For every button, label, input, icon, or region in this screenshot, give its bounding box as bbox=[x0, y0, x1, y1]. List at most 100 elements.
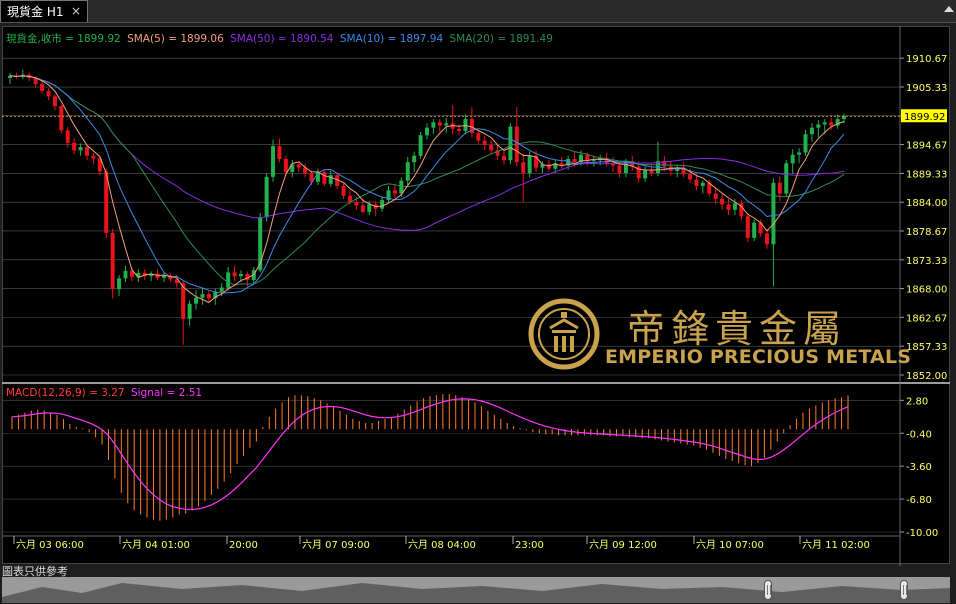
navigator-preview bbox=[2, 583, 950, 603]
candle-body bbox=[277, 146, 282, 159]
candle-body bbox=[784, 163, 789, 194]
candle-body bbox=[72, 142, 77, 151]
time-tick-label: 六月 08 04:00 bbox=[408, 539, 476, 551]
candle-body bbox=[527, 155, 532, 174]
candle-body bbox=[40, 83, 45, 91]
time-tick-label: 六月 11 02:00 bbox=[802, 539, 870, 551]
candle-body bbox=[187, 303, 192, 319]
time-tick-label: 六月 09 12:00 bbox=[589, 539, 657, 551]
candle-body bbox=[777, 182, 782, 194]
candle-body bbox=[46, 90, 51, 97]
candle-body bbox=[367, 204, 372, 212]
price-tick-label: 1873.33 bbox=[906, 256, 947, 267]
candle-body bbox=[360, 205, 365, 212]
candle-body bbox=[59, 106, 64, 131]
candle-body bbox=[816, 124, 821, 128]
candle-body bbox=[219, 287, 224, 292]
legend-sma5: SMA(5) = 1899.06 bbox=[127, 33, 224, 45]
price-tick-label: 1884.00 bbox=[906, 198, 947, 209]
logo-chinese-name: 帝鋒貴金屬 bbox=[627, 307, 848, 351]
macd-tick-label: 2.80 bbox=[906, 396, 928, 407]
candle-body bbox=[790, 154, 795, 164]
candle-body bbox=[232, 272, 237, 277]
macd-tick-label: -0.40 bbox=[906, 429, 932, 440]
candle-body bbox=[399, 180, 404, 194]
candle-body bbox=[405, 162, 410, 181]
candle-body bbox=[322, 171, 327, 184]
chevron-up-icon[interactable] bbox=[944, 6, 954, 12]
time-tick-label: 六月 10 07:00 bbox=[696, 539, 764, 551]
navigator-left-handle[interactable] bbox=[764, 580, 772, 600]
candle-body bbox=[521, 162, 526, 174]
candle-body bbox=[591, 160, 596, 162]
time-tick-label: 六月 03 06:00 bbox=[16, 539, 84, 551]
price-tick-label: 1862.67 bbox=[906, 313, 947, 324]
candle-body bbox=[700, 182, 705, 186]
candle-body bbox=[822, 122, 827, 125]
sma10-line bbox=[9, 75, 845, 294]
candle-body bbox=[206, 294, 211, 299]
price-tick-label: 1910.67 bbox=[906, 54, 947, 65]
candle-body bbox=[765, 233, 770, 245]
candle-body bbox=[457, 128, 462, 131]
candle-body bbox=[431, 122, 436, 128]
candle-body bbox=[437, 122, 442, 126]
candle-body bbox=[809, 127, 814, 135]
candle-body bbox=[123, 270, 128, 279]
candle-body bbox=[84, 147, 89, 156]
time-tick-label: 23:00 bbox=[515, 540, 544, 551]
candle-body bbox=[392, 190, 397, 194]
candle-body bbox=[78, 147, 83, 151]
candle-body bbox=[341, 186, 346, 196]
candle-body bbox=[91, 155, 96, 159]
candle-body bbox=[296, 164, 301, 168]
candle-body bbox=[65, 130, 70, 143]
time-tick-label: 六月 04 01:00 bbox=[122, 539, 190, 551]
candle-body bbox=[463, 119, 468, 131]
candle-body bbox=[283, 159, 288, 172]
time-tick-label: 20:00 bbox=[229, 540, 258, 551]
price-tick-label: 1905.33 bbox=[906, 83, 947, 94]
candle-body bbox=[412, 155, 417, 163]
legend-sma50: SMA(50) = 1890.54 bbox=[230, 33, 334, 45]
candle-body bbox=[643, 169, 648, 179]
candle-body bbox=[418, 135, 423, 156]
legend-symbol: 現貨金,收市 = 1899.92 bbox=[6, 33, 121, 45]
candle-body bbox=[226, 272, 231, 288]
tab-spot-gold-h1[interactable]: 現貨金 H1 × bbox=[0, 0, 88, 22]
candle-body bbox=[617, 165, 622, 174]
candle-body bbox=[444, 123, 449, 126]
chart-navigator[interactable] bbox=[2, 577, 950, 603]
candle-body bbox=[572, 159, 577, 163]
price-legend: 現貨金,收市 = 1899.92 SMA(5) = 1899.06 SMA(50… bbox=[6, 31, 556, 46]
candle-body bbox=[713, 193, 718, 199]
candle-body bbox=[476, 133, 481, 141]
candle-body bbox=[501, 155, 506, 161]
price-tick-label: 1852.00 bbox=[906, 371, 947, 382]
candle-body bbox=[117, 278, 122, 290]
candle-body bbox=[264, 176, 269, 218]
price-tick-label: 1889.33 bbox=[906, 169, 947, 180]
emperio-logo-icon bbox=[528, 298, 600, 370]
macd-legend: MACD(12,26,9) = 3.27 Signal = 2.51 bbox=[6, 387, 205, 399]
price-tick-label: 1878.67 bbox=[906, 227, 947, 238]
candle-body bbox=[688, 174, 693, 180]
candle-body bbox=[745, 216, 750, 238]
logo-english-name: EMPERIO PRECIOUS METALS bbox=[605, 346, 912, 368]
price-tick-label: 1894.67 bbox=[906, 141, 947, 152]
candle-body bbox=[110, 232, 115, 290]
macd-tick-label: -10.00 bbox=[906, 528, 938, 539]
candle-body bbox=[829, 122, 834, 126]
current-price-label: 1899.92 bbox=[904, 112, 945, 123]
candle-body bbox=[726, 204, 731, 210]
tab-label: 現貨金 H1 bbox=[7, 5, 64, 19]
candle-body bbox=[694, 179, 699, 186]
close-icon[interactable]: × bbox=[67, 1, 85, 23]
legend-sma10: SMA(10) = 1897.94 bbox=[339, 33, 444, 45]
candle-body bbox=[425, 127, 429, 136]
macd-tick-label: -3.60 bbox=[906, 462, 932, 473]
candle-body bbox=[354, 202, 359, 206]
candle-body bbox=[482, 140, 487, 145]
navigator-right-handle[interactable] bbox=[900, 580, 908, 600]
chart-canvas[interactable]: 1910.671905.331900.001894.671889.331884.… bbox=[2, 26, 950, 566]
